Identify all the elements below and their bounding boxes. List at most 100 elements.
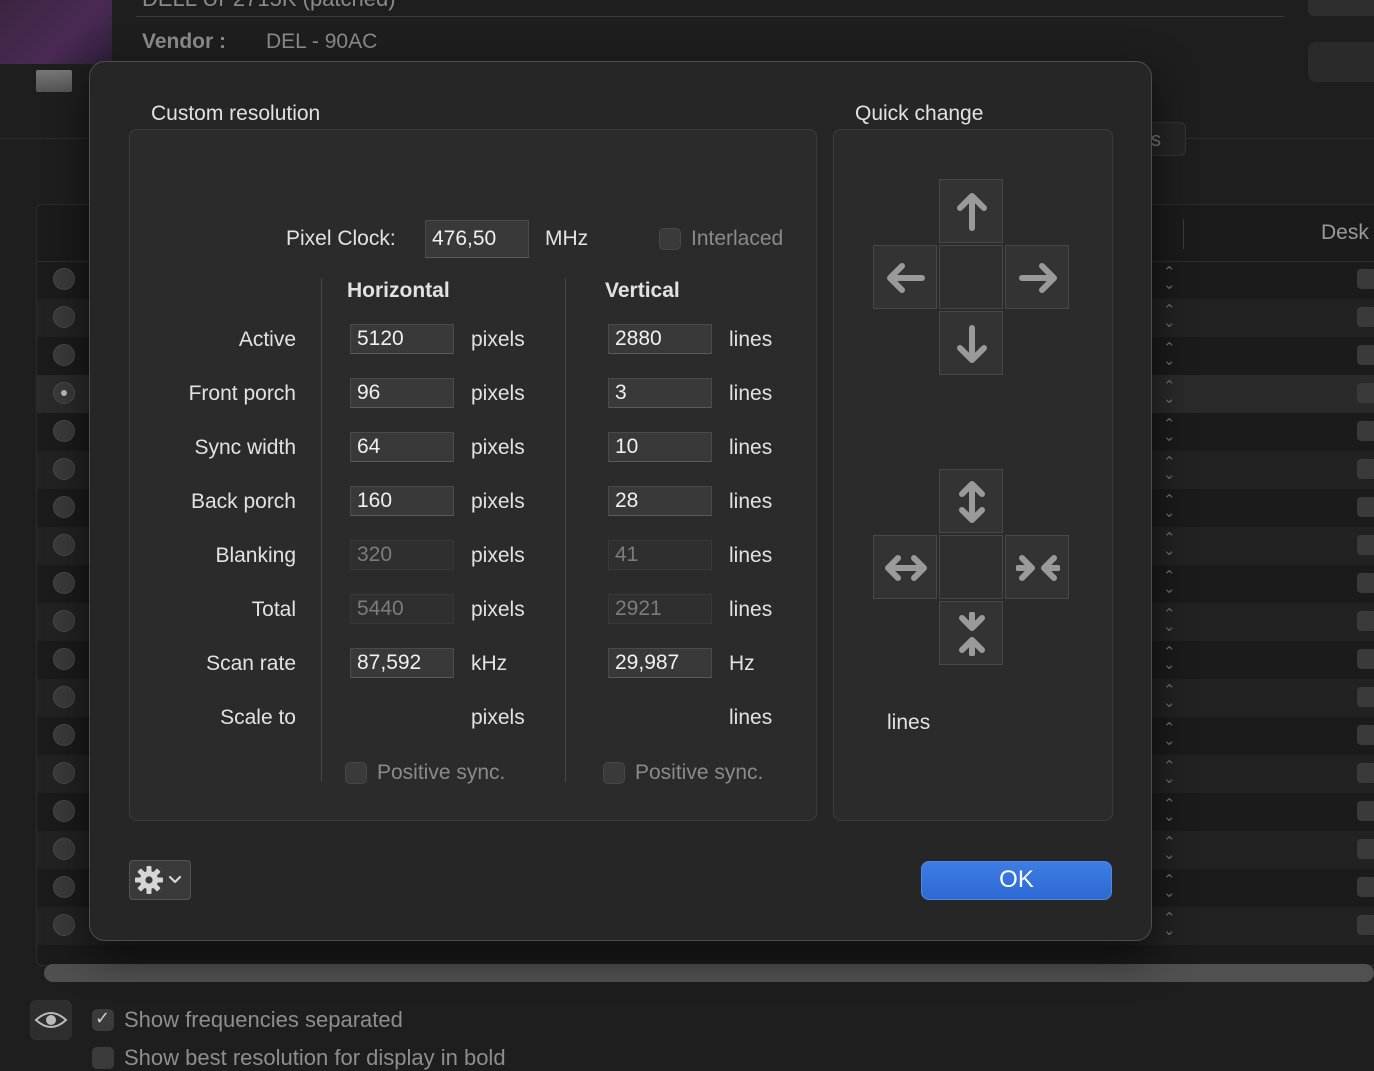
row-stepper-icon[interactable]: ⌃ ⌄ <box>1163 607 1176 634</box>
row-desktop-checkbox[interactable] <box>1357 801 1374 821</box>
active-horizontal-input[interactable] <box>350 324 454 354</box>
row-radio-button[interactable] <box>53 458 75 480</box>
vertical-header: Vertical <box>605 279 680 302</box>
front-porch-vertical-input[interactable] <box>608 378 712 408</box>
expand-horizontal-button[interactable] <box>873 535 937 599</box>
row-desktop-checkbox[interactable] <box>1357 763 1374 783</box>
row-stepper-icon[interactable]: ⌃ ⌄ <box>1163 911 1176 938</box>
row-radio-button[interactable] <box>53 838 75 860</box>
row-stepper-icon[interactable]: ⌃ ⌄ <box>1163 265 1176 292</box>
ok-button[interactable]: OK <box>921 861 1112 900</box>
row-stepper-icon[interactable]: ⌃ ⌄ <box>1163 759 1176 786</box>
sync-width-vertical-input[interactable] <box>608 432 712 462</box>
row-stepper-icon[interactable]: ⌃ ⌄ <box>1163 303 1176 330</box>
sync-width-label: Sync width <box>194 436 296 459</box>
total-vertical-input <box>608 594 712 624</box>
front-porch-horizontal-input[interactable] <box>350 378 454 408</box>
interlaced-checkbox[interactable] <box>659 228 681 250</box>
shrink-vertical-button[interactable] <box>939 601 1003 665</box>
show-frequencies-checkbox[interactable]: ✓ <box>92 1008 114 1031</box>
row-radio-button[interactable] <box>53 876 75 898</box>
move-left-button[interactable] <box>873 245 937 309</box>
row-stepper-icon[interactable]: ⌃ ⌄ <box>1163 417 1176 444</box>
row-desktop-checkbox[interactable] <box>1357 459 1374 479</box>
scan-rate-vertical-input[interactable] <box>608 648 712 678</box>
expand-horizontal-icon <box>885 555 927 581</box>
row-stepper-icon[interactable]: ⌃ ⌄ <box>1163 835 1176 862</box>
row-desktop-checkbox[interactable] <box>1357 725 1374 745</box>
row-desktop-checkbox[interactable] <box>1357 877 1374 897</box>
row-desktop-checkbox[interactable] <box>1357 535 1374 555</box>
row-radio-button[interactable] <box>53 306 75 328</box>
gear-menu-button[interactable] <box>129 860 191 900</box>
row-radio-button[interactable] <box>53 724 75 746</box>
back-porch-vertical-unit: lines <box>729 490 773 513</box>
row-desktop-checkbox[interactable] <box>1357 421 1374 441</box>
row-radio-button[interactable] <box>53 420 75 442</box>
row-desktop-checkbox[interactable] <box>1357 915 1374 935</box>
pixel-clock-input[interactable] <box>425 220 529 258</box>
row-radio-button[interactable] <box>53 268 75 290</box>
row-radio-button[interactable] <box>53 344 75 366</box>
row-desktop-checkbox[interactable] <box>1357 611 1374 631</box>
blanking-horizontal-input <box>350 540 454 570</box>
background-side-button[interactable] <box>1308 42 1374 82</box>
horizontal-scrollbar[interactable] <box>44 964 1374 982</box>
row-radio-button[interactable] <box>53 800 75 822</box>
back-porch-vertical-input[interactable] <box>608 486 712 516</box>
row-desktop-checkbox[interactable] <box>1357 345 1374 365</box>
row-stepper-icon[interactable]: ⌃ ⌄ <box>1163 531 1176 558</box>
row-radio-button[interactable] <box>53 686 75 708</box>
positive-sync-vertical-checkbox[interactable] <box>603 762 625 784</box>
expand-vertical-button[interactable] <box>939 469 1003 533</box>
back-porch-horizontal-input[interactable] <box>350 486 454 516</box>
move-up-button[interactable] <box>939 179 1003 243</box>
scale-to-vertical-unit: lines <box>729 706 773 729</box>
background-top-button[interactable] <box>1308 0 1374 16</box>
sync-width-vertical-unit: lines <box>729 436 773 459</box>
back-porch-label: Back porch <box>190 490 296 513</box>
scan-rate-vertical-unit: Hz <box>729 652 755 675</box>
row-stepper-icon[interactable]: ⌃ ⌄ <box>1163 493 1176 520</box>
positive-sync-horizontal-checkbox[interactable] <box>345 762 367 784</box>
move-right-button[interactable] <box>1005 245 1069 309</box>
row-stepper-icon[interactable]: ⌃ ⌄ <box>1163 455 1176 482</box>
blanking-label: Blanking <box>215 544 296 567</box>
scan-rate-horizontal-input[interactable] <box>350 648 454 678</box>
row-desktop-checkbox[interactable] <box>1357 687 1374 707</box>
row-stepper-icon[interactable]: ⌃ ⌄ <box>1163 721 1176 748</box>
display-name: DELL UP2715K (patched) <box>142 0 396 12</box>
move-down-button[interactable] <box>939 311 1003 375</box>
row-radio-button[interactable] <box>53 496 75 518</box>
row-radio-button[interactable] <box>53 648 75 670</box>
row-desktop-checkbox[interactable] <box>1357 649 1374 669</box>
row-stepper-icon[interactable]: ⌃ ⌄ <box>1163 873 1176 900</box>
row-stepper-icon[interactable]: ⌃ ⌄ <box>1163 683 1176 710</box>
row-radio-button[interactable] <box>53 610 75 632</box>
row-radio-button[interactable] <box>53 382 75 404</box>
row-stepper-icon[interactable]: ⌃ ⌄ <box>1163 569 1176 596</box>
positive-sync-horizontal-label: Positive sync. <box>377 761 506 784</box>
custom-resolution-dialog: Custom resolution Quick change Pixel Clo… <box>89 61 1152 941</box>
front-porch-horizontal-unit: pixels <box>471 382 525 405</box>
row-desktop-checkbox[interactable] <box>1357 383 1374 403</box>
row-desktop-checkbox[interactable] <box>1357 497 1374 517</box>
row-stepper-icon[interactable]: ⌃ ⌄ <box>1163 341 1176 368</box>
row-radio-button[interactable] <box>53 572 75 594</box>
row-stepper-icon[interactable]: ⌃ ⌄ <box>1163 645 1176 672</box>
row-radio-button[interactable] <box>53 914 75 936</box>
scan-rate-horizontal-unit: kHz <box>471 652 508 675</box>
row-radio-button[interactable] <box>53 762 75 784</box>
row-radio-button[interactable] <box>53 534 75 556</box>
row-stepper-icon[interactable]: ⌃ ⌄ <box>1163 379 1176 406</box>
eye-icon[interactable] <box>30 1000 72 1040</box>
column-divider-right <box>565 278 566 782</box>
row-desktop-checkbox[interactable] <box>1357 269 1374 289</box>
sync-width-horizontal-input[interactable] <box>350 432 454 462</box>
row-desktop-checkbox[interactable] <box>1357 839 1374 859</box>
row-stepper-icon[interactable]: ⌃ ⌄ <box>1163 797 1176 824</box>
row-desktop-checkbox[interactable] <box>1357 573 1374 593</box>
shrink-horizontal-button[interactable] <box>1005 535 1069 599</box>
active-vertical-input[interactable] <box>608 324 712 354</box>
row-desktop-checkbox[interactable] <box>1357 307 1374 327</box>
